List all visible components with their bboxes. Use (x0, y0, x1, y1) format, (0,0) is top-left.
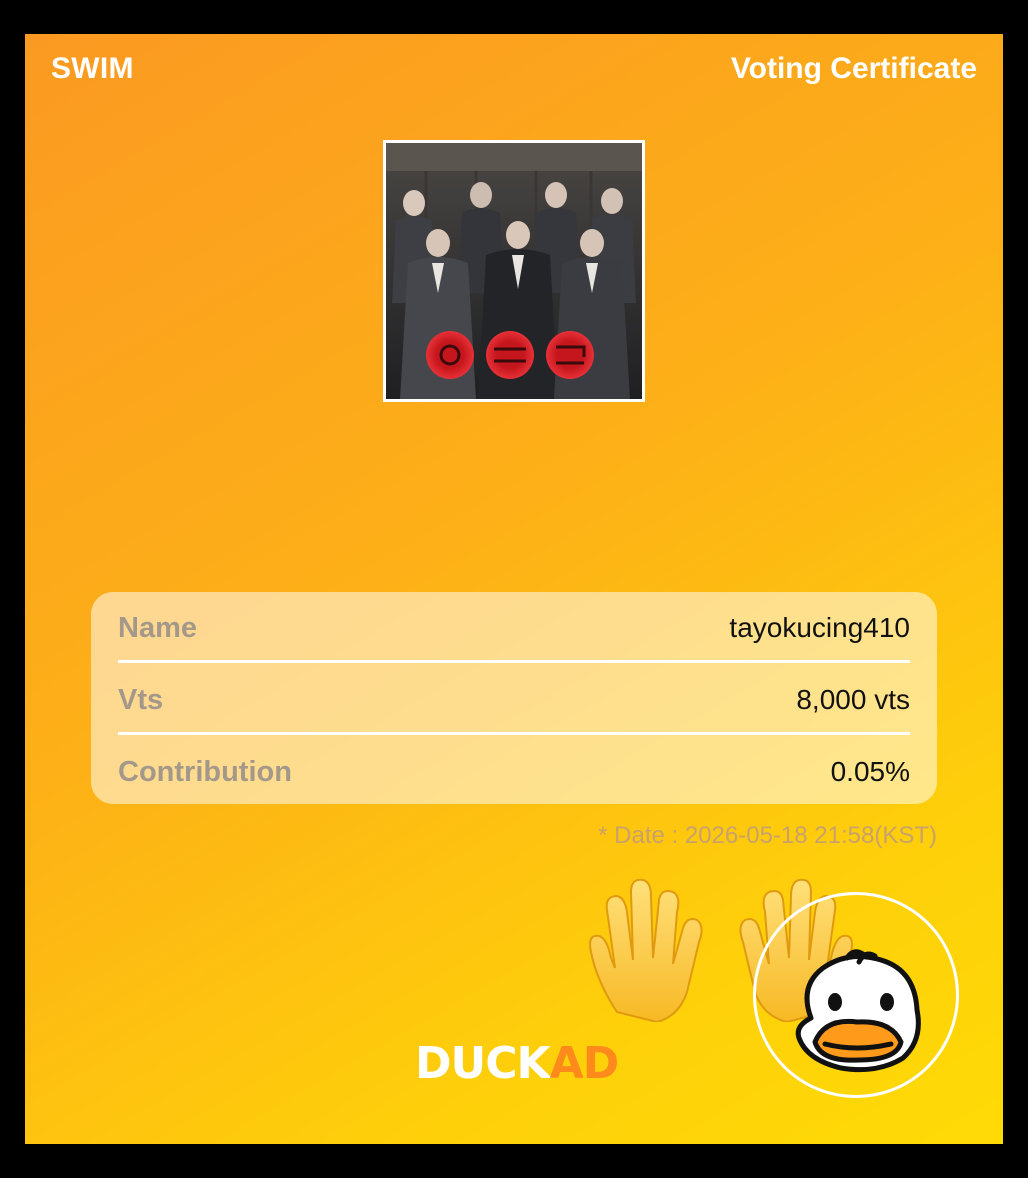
contribution-value: 0.05% (830, 756, 910, 787)
row-divider (118, 732, 910, 735)
voting-certificate-card: SWIM Voting Certificate Name tayokucing4… (25, 34, 1003, 1144)
album-cover-illustration (386, 143, 642, 399)
logo-ad-text: AD (549, 1038, 620, 1089)
info-row-votes: Vts 8,000 vts (118, 664, 910, 736)
info-row-contribution: Contribution 0.05% (118, 736, 910, 808)
votes-value: 8,000 vts (796, 684, 910, 715)
logo-duck-text: DUCK (415, 1038, 551, 1089)
votes-label: Vts (118, 683, 164, 716)
row-divider (118, 660, 910, 663)
brand-label: SWIM (51, 52, 134, 85)
name-value: tayokucing410 (729, 612, 910, 643)
info-row-name: Name tayokucing410 (118, 592, 910, 664)
duckad-logo: DUCKAD (415, 1038, 620, 1089)
album-cover-image (383, 140, 645, 402)
vote-info-card: Name tayokucing410 Vts 8,000 vts Contrib… (91, 592, 937, 804)
vote-date: * Date : 2026-05-18 21:58(KST) (598, 822, 937, 849)
contribution-label: Contribution (118, 755, 292, 788)
certificate-title: Voting Certificate (730, 52, 977, 85)
name-label: Name (118, 611, 197, 644)
duck-mascot-icon (795, 949, 921, 1073)
